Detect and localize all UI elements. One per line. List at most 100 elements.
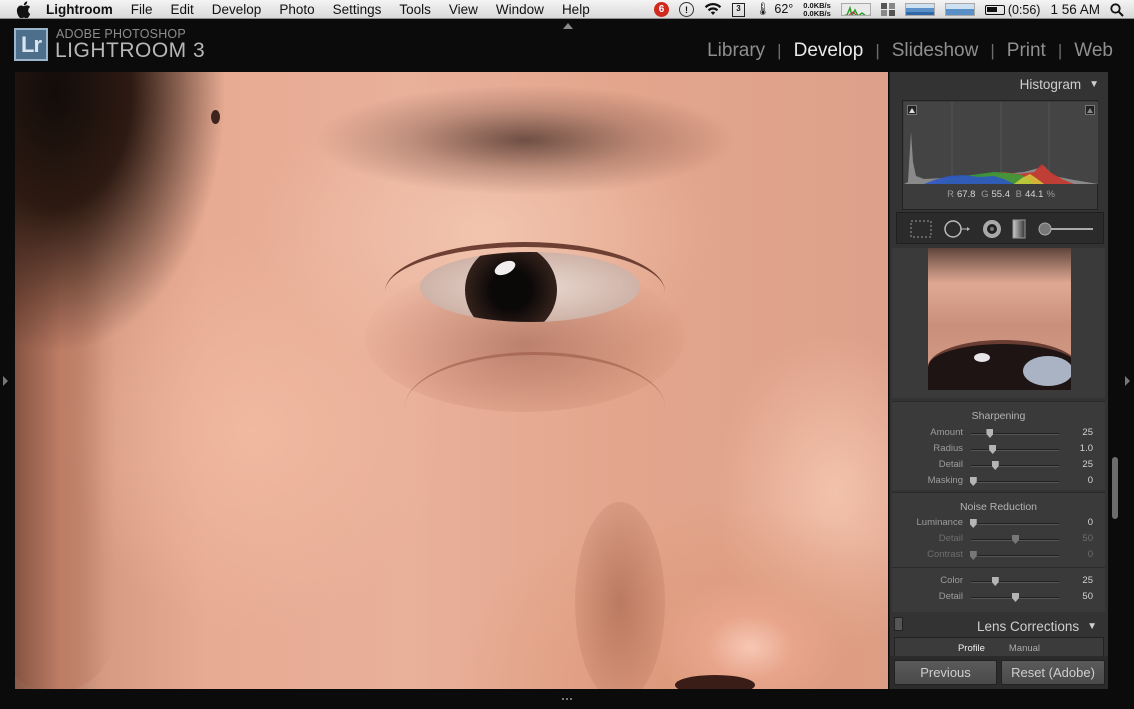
- memory-meter-icon[interactable]: [904, 3, 935, 16]
- color-noise-slider-row[interactable]: Detail 50: [892, 590, 1105, 606]
- collapse-triangle-icon[interactable]: ▼: [1089, 79, 1099, 90]
- collapse-triangle-icon[interactable]: ▼: [1087, 621, 1097, 632]
- tab-profile[interactable]: Profile: [946, 643, 997, 656]
- menu-photo[interactable]: Photo: [270, 2, 323, 17]
- disk-meter-icon[interactable]: [944, 3, 975, 16]
- noise-slider-row[interactable]: Luminance 0: [892, 516, 1105, 532]
- r-label: R: [947, 189, 954, 200]
- noise-slider-track[interactable]: [971, 535, 1059, 544]
- graduated-filter-icon[interactable]: [1011, 218, 1027, 240]
- histogram-header[interactable]: Histogram ▼: [890, 72, 1109, 97]
- sharpening-slider-value[interactable]: 0: [1088, 475, 1093, 486]
- sharpening-slider-value[interactable]: 1.0: [1080, 443, 1093, 454]
- color-noise-slider-value[interactable]: 25: [1082, 575, 1093, 586]
- menu-edit[interactable]: Edit: [162, 2, 203, 17]
- noise-slider-thumb[interactable]: [969, 551, 977, 560]
- module-web[interactable]: Web: [1062, 40, 1134, 62]
- noise-slider-track[interactable]: [969, 519, 1059, 528]
- noise-slider-thumb[interactable]: [969, 519, 977, 528]
- b-value: 44.1: [1024, 189, 1044, 200]
- panel-scrollbar[interactable]: [1108, 72, 1122, 689]
- noise-slider-value[interactable]: 0: [1088, 517, 1093, 528]
- sharpening-slider-track[interactable]: [969, 477, 1059, 486]
- color-noise-slider-track[interactable]: [971, 577, 1059, 586]
- red-eye-correction-icon[interactable]: [981, 218, 1003, 240]
- module-slideshow[interactable]: Slideshow: [880, 40, 991, 62]
- temperature-readout[interactable]: 🌡 62°: [755, 2, 793, 17]
- calendar-icon[interactable]: 3: [732, 2, 746, 17]
- highlight-clipping-icon[interactable]: [1085, 105, 1095, 115]
- network-speed[interactable]: 0.0KB/s 0.0KB/s: [803, 1, 831, 18]
- noise-slider-value[interactable]: 0: [1088, 549, 1093, 560]
- g-label: G: [981, 189, 989, 200]
- filmstrip-toggle-icon[interactable]: [562, 694, 572, 700]
- net-down: 0.0KB/s: [803, 8, 831, 18]
- sharpening-slider-row[interactable]: Masking 0: [892, 474, 1105, 490]
- cpu-meter-icon[interactable]: [840, 3, 871, 16]
- color-noise-slider-row[interactable]: Color 25: [892, 574, 1105, 590]
- sharpening-slider-track[interactable]: [971, 461, 1059, 470]
- top-panel-toggle-icon[interactable]: [563, 23, 573, 29]
- tiles-icon[interactable]: [880, 3, 895, 16]
- color-noise-slider-value[interactable]: 50: [1082, 591, 1093, 602]
- scrollbar-thumb[interactable]: [1112, 457, 1118, 519]
- noise-slider-value[interactable]: 50: [1082, 533, 1093, 544]
- mac-menubar: Lightroom File Edit Develop Photo Settin…: [0, 0, 1134, 19]
- photo-preview[interactable]: [15, 72, 888, 689]
- sharpening-slider-value[interactable]: 25: [1082, 459, 1093, 470]
- menu-tools[interactable]: Tools: [390, 2, 440, 17]
- right-panel-toggle-icon[interactable]: [1125, 376, 1130, 386]
- noise-slider-row[interactable]: Contrast 0: [892, 548, 1105, 564]
- crop-overlay-icon[interactable]: [909, 219, 933, 239]
- photo-mole: [211, 110, 220, 124]
- red-status-icon[interactable]: 6: [654, 2, 670, 17]
- previous-button[interactable]: Previous: [894, 660, 997, 685]
- module-develop[interactable]: Develop: [782, 40, 876, 62]
- spot-removal-icon[interactable]: [943, 218, 971, 240]
- menu-develop[interactable]: Develop: [203, 2, 271, 17]
- noise-slider-label: Luminance: [916, 517, 963, 528]
- histogram[interactable]: R 67.8 G 55.4 B 44.1%: [902, 100, 1098, 210]
- sharpening-slider-value[interactable]: 25: [1082, 427, 1093, 438]
- color-noise-slider-thumb[interactable]: [1012, 593, 1019, 602]
- spotlight-search-icon[interactable]: [1110, 2, 1124, 17]
- sharpening-slider-row[interactable]: Detail 25: [892, 458, 1105, 474]
- menu-app-name[interactable]: Lightroom: [46, 2, 122, 17]
- menu-view[interactable]: View: [440, 2, 487, 17]
- module-picker: Library | Develop | Slideshow | Print | …: [695, 40, 1134, 62]
- left-panel-toggle-icon[interactable]: [3, 376, 8, 386]
- detail-zoom-preview[interactable]: [928, 248, 1071, 390]
- menu-file[interactable]: File: [122, 2, 162, 17]
- noise-slider-thumb[interactable]: [1012, 535, 1019, 544]
- apple-icon[interactable]: [16, 0, 32, 18]
- menu-window[interactable]: Window: [487, 2, 553, 17]
- menu-help[interactable]: Help: [553, 2, 599, 17]
- sharpening-slider-track[interactable]: [971, 429, 1059, 438]
- tab-manual[interactable]: Manual: [997, 643, 1052, 656]
- noise-slider-row[interactable]: Detail 50: [892, 532, 1105, 548]
- reset-button[interactable]: Reset (Adobe): [1001, 660, 1105, 685]
- noise-divider: [892, 567, 1105, 568]
- sharpening-slider-row[interactable]: Radius 1.0: [892, 442, 1105, 458]
- module-print[interactable]: Print: [995, 40, 1058, 62]
- wifi-icon[interactable]: [704, 3, 722, 16]
- battery-status[interactable]: (0:56): [984, 3, 1040, 17]
- status-area: 6 ! 3 🌡 62° 0.0KB/s 0.0KB/s (0:56) 1 56 …: [649, 0, 1134, 19]
- alert-icon[interactable]: !: [679, 2, 695, 17]
- sharpening-slider-thumb[interactable]: [991, 461, 999, 470]
- noise-slider-track[interactable]: [969, 551, 1059, 560]
- lens-corrections-header[interactable]: Lens Corrections ▼: [892, 615, 1105, 637]
- color-noise-slider-thumb[interactable]: [991, 577, 999, 586]
- module-library[interactable]: Library: [695, 40, 777, 62]
- color-noise-slider-track[interactable]: [971, 593, 1059, 602]
- sharpening-slider-thumb[interactable]: [969, 477, 977, 486]
- menu-settings[interactable]: Settings: [324, 2, 391, 17]
- sharpening-slider-row[interactable]: Amount 25: [892, 426, 1105, 442]
- shadow-clipping-icon[interactable]: [907, 105, 917, 115]
- clock[interactable]: 1 56 AM: [1050, 2, 1100, 17]
- sharpening-slider-thumb[interactable]: [986, 429, 994, 438]
- photo-under-eye: [405, 352, 665, 462]
- adjustment-brush-icon[interactable]: [1037, 221, 1095, 237]
- sharpening-slider-thumb[interactable]: [989, 445, 997, 454]
- sharpening-slider-track[interactable]: [971, 445, 1059, 454]
